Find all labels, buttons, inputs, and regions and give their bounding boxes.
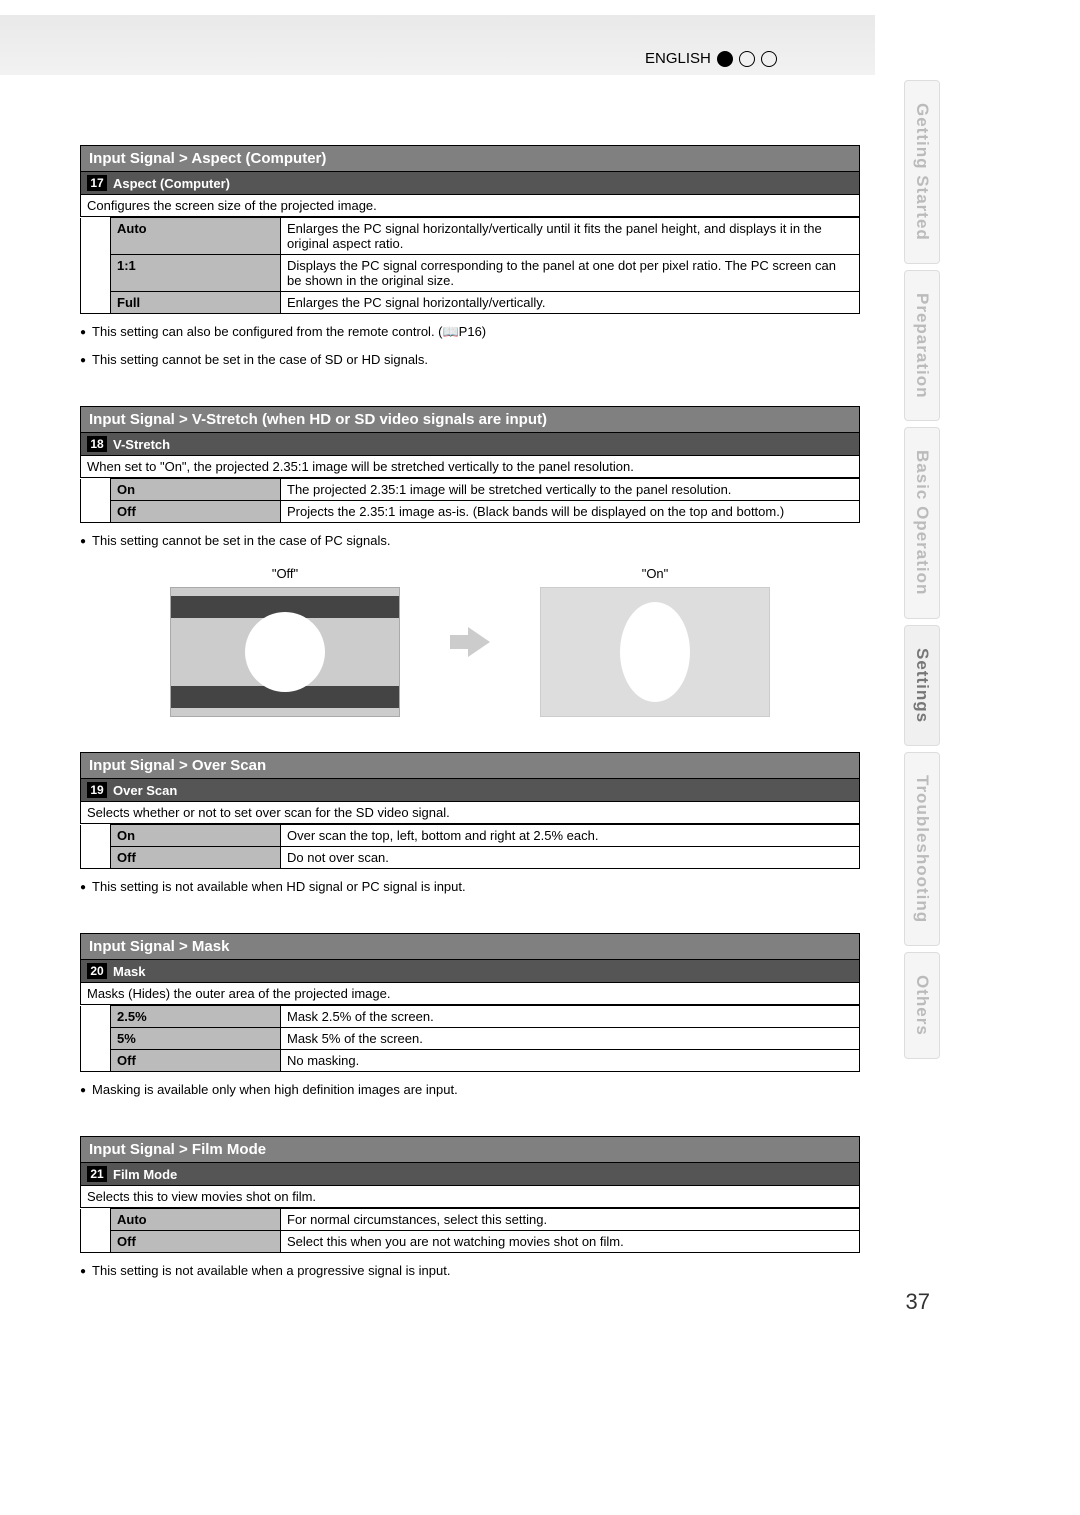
section-bar-aspect: Input Signal > Aspect (Computer) [80,145,860,171]
arrow-icon [450,627,490,657]
sub-title-aspect: Aspect (Computer) [113,176,230,191]
desc-mask: Masks (Hides) the outer area of the proj… [80,983,860,1005]
opt-name: Full [111,292,281,314]
table-film: Auto For normal circumstances, select th… [80,1208,860,1253]
section-bar-mask: Input Signal > Mask [80,933,860,959]
opt-name: Off [111,847,281,869]
opt-name: Auto [111,218,281,255]
item-number-21: 21 [87,1166,107,1182]
sub-title-film: Film Mode [113,1167,177,1182]
language-label: ENGLISH [645,50,711,67]
opt-name: Off [111,501,281,523]
opt-val: Mask 2.5% of the screen. [281,1006,860,1028]
item-number-18: 18 [87,436,107,452]
item-number-20: 20 [87,963,107,979]
opt-val: Over scan the top, left, bottom and righ… [281,825,860,847]
bullet-text: This setting cannot be set in the case o… [80,352,860,370]
fig-label-on: "On" [540,566,770,581]
tab-basic-operation[interactable]: Basic Operation [904,427,940,618]
page-number: 37 [906,1289,930,1315]
item-number-17: 17 [87,175,107,191]
tab-getting-started[interactable]: Getting Started [904,80,940,264]
language-indicator: ENGLISH [645,50,777,67]
desc-overscan: Selects whether or not to set over scan … [80,802,860,824]
opt-val: Select this when you are not watching mo… [281,1231,860,1253]
screen-illustration-off [170,587,400,717]
sub-title-vstretch: V-Stretch [113,437,170,452]
opt-val: Projects the 2.35:1 image as-is. (Black … [281,501,860,523]
screen-illustration-on [540,587,770,717]
bullet-text: This setting is not available when HD si… [80,879,860,897]
opt-name: On [111,825,281,847]
table-aspect: Auto Enlarges the PC signal horizontally… [80,217,860,314]
section-bar-vstretch: Input Signal > V-Stretch (when HD or SD … [80,406,860,432]
tab-preparation[interactable]: Preparation [904,270,940,421]
fig-label-off: "Off" [170,566,400,581]
opt-name: Off [111,1050,281,1072]
side-tabs: Getting Started Preparation Basic Operat… [904,80,940,1065]
item-number-19: 19 [87,782,107,798]
opt-name: 2.5% [111,1006,281,1028]
opt-val: No masking. [281,1050,860,1072]
sub-bar-overscan: 19 Over Scan [80,778,860,802]
desc-film: Selects this to view movies shot on film… [80,1186,860,1208]
bullet-text: This setting is not available when a pro… [80,1263,860,1281]
opt-name: On [111,479,281,501]
tab-troubleshooting[interactable]: Troubleshooting [904,752,940,946]
tab-others[interactable]: Others [904,952,940,1059]
lang-dot-2 [739,51,755,67]
opt-val: Do not over scan. [281,847,860,869]
sub-title-mask: Mask [113,964,146,979]
opt-name: 5% [111,1028,281,1050]
section-bar-overscan: Input Signal > Over Scan [80,752,860,778]
sub-bar-aspect: 17 Aspect (Computer) [80,171,860,195]
desc-vstretch: When set to "On", the projected 2.35:1 i… [80,456,860,478]
lang-dot-3 [761,51,777,67]
tab-settings[interactable]: Settings [904,625,940,746]
desc-aspect: Configures the screen size of the projec… [80,195,860,217]
opt-name: Auto [111,1209,281,1231]
sub-bar-film: 21 Film Mode [80,1162,860,1186]
section-bar-film: Input Signal > Film Mode [80,1136,860,1162]
opt-name: Off [111,1231,281,1253]
opt-val: Enlarges the PC signal horizontally/vert… [281,292,860,314]
sub-title-overscan: Over Scan [113,783,177,798]
table-overscan: On Over scan the top, left, bottom and r… [80,824,860,869]
lang-dot-1 [717,51,733,67]
bullet-text: Masking is available only when high defi… [80,1082,860,1100]
opt-val: For normal circumstances, select this se… [281,1209,860,1231]
vstretch-figures: "Off" "On" [80,566,860,717]
opt-val: Enlarges the PC signal horizontally/vert… [281,218,860,255]
opt-val: Displays the PC signal corresponding to … [281,255,860,292]
table-vstretch: On The projected 2.35:1 image will be st… [80,478,860,523]
bullet-text: This setting cannot be set in the case o… [80,533,860,551]
sub-bar-mask: 20 Mask [80,959,860,983]
table-mask: 2.5% Mask 2.5% of the screen. 5% Mask 5%… [80,1005,860,1072]
sub-bar-vstretch: 18 V-Stretch [80,432,860,456]
opt-val: Mask 5% of the screen. [281,1028,860,1050]
opt-name: 1:1 [111,255,281,292]
opt-val: The projected 2.35:1 image will be stret… [281,479,860,501]
bullet-text: This setting can also be configured from… [80,324,860,342]
